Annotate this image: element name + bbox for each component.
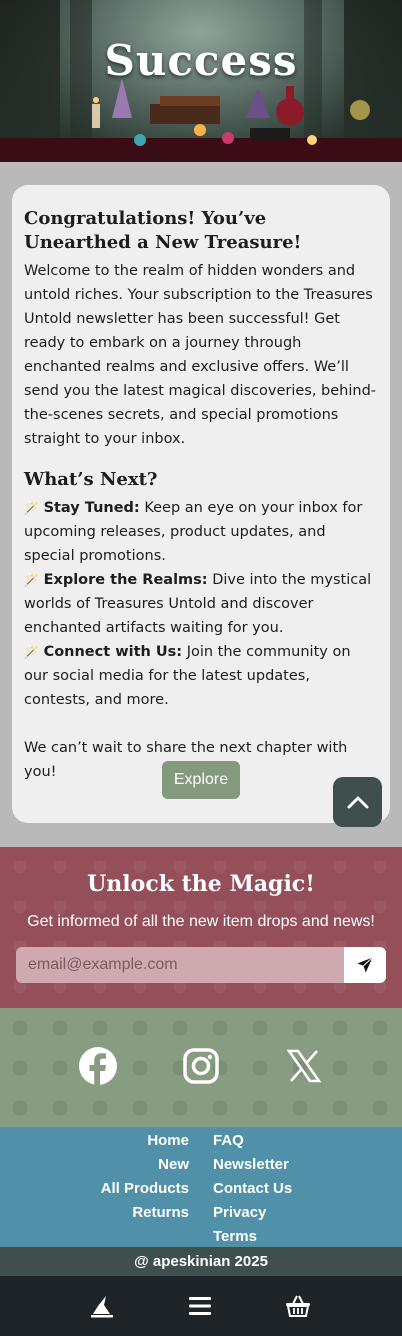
card-heading: Congratulations! You’ve Unearthed a New … [24,208,302,253]
newsletter-section: Unlock the Magic! Get informed of all th… [0,847,402,1008]
footer-link-all-products[interactable]: All Products [101,1177,189,1201]
chevron-up-icon [347,796,368,809]
menu-icon[interactable] [186,1292,214,1320]
footer-link-faq[interactable]: FAQ [213,1129,292,1153]
instagram-icon[interactable] [181,1046,221,1086]
social-section [0,1008,402,1127]
footer-link-terms[interactable]: Terms [213,1225,292,1249]
next-item-title: Connect with Us: [43,644,183,660]
wizard-hat-icon[interactable] [88,1292,116,1320]
x-icon[interactable] [284,1046,324,1086]
explore-button[interactable]: Explore [162,761,240,799]
next-item-title: Explore the Realms: [43,572,208,588]
newsletter-title: Unlock the Magic! [87,871,315,897]
card-intro: Welcome to the realm of hidden wonders a… [24,263,377,447]
wand-icon: 🪄 [24,501,39,515]
next-heading: What’s Next? [24,469,158,490]
footer-link-returns[interactable]: Returns [101,1201,189,1225]
facebook-icon[interactable] [78,1046,118,1086]
footer-links-right: FAQ Newsletter Contact Us Privacy Terms [213,1129,292,1249]
next-item: 🪄 Connect with Us: Join the community on… [24,640,378,712]
footer-link-privacy[interactable]: Privacy [213,1201,292,1225]
page-title: Success [104,36,298,85]
next-item-title: Stay Tuned: [43,500,140,516]
footer-link-contact-us[interactable]: Contact Us [213,1177,292,1201]
newsletter-subtitle: Get informed of all the new item drops a… [27,913,375,930]
bottom-nav [0,1276,402,1336]
footer-link-newsletter[interactable]: Newsletter [213,1153,292,1177]
email-input[interactable] [16,947,344,983]
paper-plane-icon [357,957,373,973]
next-item: 🪄 Explore the Realms: Dive into the myst… [24,568,378,640]
back-to-top-button[interactable] [333,777,382,827]
copyright: @ apeskinian 2025 [0,1247,402,1276]
footer-link-new[interactable]: New [101,1153,189,1177]
next-item: 🪄 Stay Tuned: Keep an eye on your inbox … [24,496,378,568]
send-button[interactable] [344,947,386,983]
success-card: Congratulations! You’ve Unearthed a New … [12,185,390,823]
basket-icon[interactable] [284,1292,312,1320]
footer-link-home[interactable]: Home [101,1129,189,1153]
footer-links-left: Home New All Products Returns [101,1129,189,1225]
wand-icon: 🪄 [24,573,39,587]
footer-links: Home New All Products Returns FAQ Newsle… [0,1127,402,1247]
wand-icon: 🪄 [24,645,39,659]
hero-banner: Success [0,0,402,162]
